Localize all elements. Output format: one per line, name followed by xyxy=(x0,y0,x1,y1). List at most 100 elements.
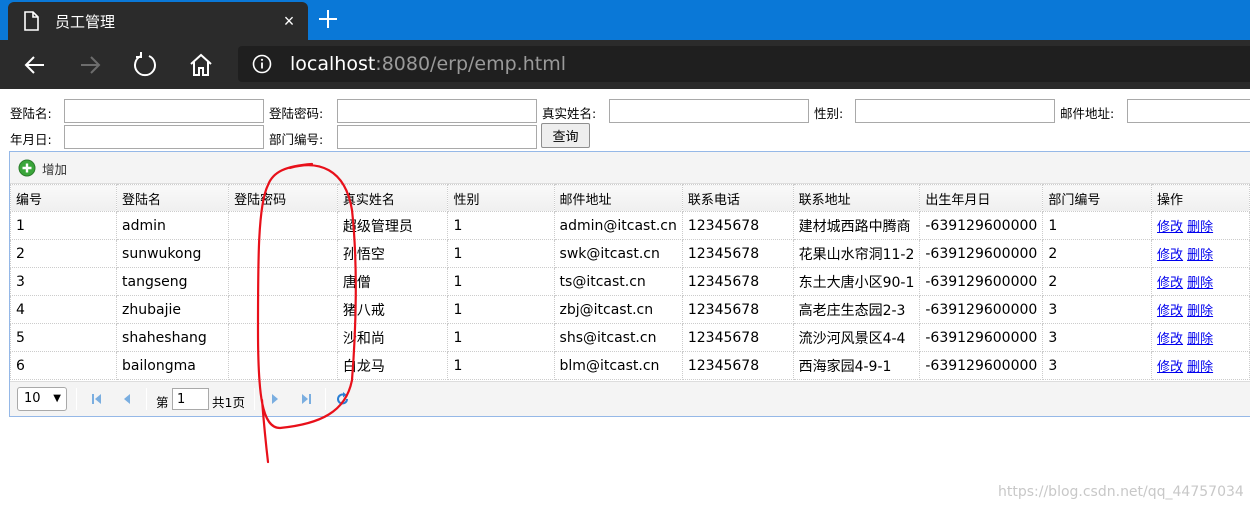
close-tab-icon[interactable]: × xyxy=(278,10,300,32)
cell-address: 建材城西路中腾商 xyxy=(792,211,921,240)
back-icon[interactable] xyxy=(20,50,50,80)
col-header-birthday[interactable]: 出生年月日 xyxy=(919,184,1044,212)
cell-dept: 2 xyxy=(1042,239,1153,268)
delete-link[interactable]: 删除 xyxy=(1187,276,1213,291)
next-page-icon[interactable] xyxy=(267,391,283,407)
gender-input[interactable] xyxy=(855,99,1055,123)
cell-email: shs@itcast.cn xyxy=(553,323,683,352)
cell-dept: 1 xyxy=(1042,211,1153,240)
add-button[interactable]: 增加 xyxy=(18,158,67,178)
cell-gender: 1 xyxy=(447,323,555,352)
delete-link[interactable]: 删除 xyxy=(1187,332,1213,347)
url-path: :8080/erp/emp.html xyxy=(375,53,566,75)
page-number-input[interactable] xyxy=(172,388,209,410)
cell-gender: 1 xyxy=(447,351,555,380)
info-icon[interactable] xyxy=(252,54,272,74)
cell-username: shaheshang xyxy=(116,323,230,352)
last-page-icon[interactable] xyxy=(298,391,314,407)
search-form: 登陆名: 登陆密码: 真实姓名: 性别: 邮件地址: 年月日: 部门编号: 查询 xyxy=(8,96,1250,152)
edit-link[interactable]: 修改 xyxy=(1157,248,1183,263)
table-row[interactable]: 5 shaheshang 沙和尚 1 shs@itcast.cn 1234567… xyxy=(9,323,1250,352)
browser-nav-bar: localhost:8080/erp/emp.html xyxy=(0,40,1250,89)
cell-phone: 12345678 xyxy=(681,295,794,324)
forward-icon[interactable] xyxy=(75,50,105,80)
table-row[interactable]: 4 zhubajie 猪八戒 1 zbj@itcast.cn 12345678 … xyxy=(9,295,1250,324)
cell-address: 西海家园4-9-1 xyxy=(792,351,921,380)
cell-id: 1 xyxy=(9,211,118,240)
cell-email: swk@itcast.cn xyxy=(553,239,683,268)
col-header-email[interactable]: 邮件地址 xyxy=(553,184,683,212)
pager-separator xyxy=(254,388,255,410)
cell-birthday: -639129600000 xyxy=(919,239,1044,268)
cell-email: zbj@itcast.cn xyxy=(553,295,683,324)
delete-link[interactable]: 删除 xyxy=(1187,248,1213,263)
cell-gender: 1 xyxy=(447,295,555,324)
col-header-gender[interactable]: 性别 xyxy=(447,184,555,212)
delete-link[interactable]: 删除 xyxy=(1187,360,1213,375)
page-total: 共1页 xyxy=(212,395,245,410)
col-header-realname[interactable]: 真实姓名 xyxy=(336,184,449,212)
reload-icon[interactable] xyxy=(335,391,351,407)
cell-birthday: -639129600000 xyxy=(919,267,1044,296)
col-header-address[interactable]: 联系地址 xyxy=(792,184,921,212)
edit-link[interactable]: 修改 xyxy=(1157,304,1183,319)
pager-separator xyxy=(76,388,77,410)
home-icon[interactable] xyxy=(186,50,216,80)
grid-toolbar: 增加 xyxy=(10,152,1250,184)
cell-dept: 3 xyxy=(1042,295,1153,324)
edit-link[interactable]: 修改 xyxy=(1157,360,1183,375)
edit-link[interactable]: 修改 xyxy=(1157,276,1183,291)
refresh-icon[interactable] xyxy=(130,50,160,80)
password-input[interactable] xyxy=(337,99,537,123)
cell-actions: 修改 删除 xyxy=(1151,267,1250,296)
new-tab-icon[interactable] xyxy=(315,6,341,32)
col-header-dept[interactable]: 部门编号 xyxy=(1042,184,1153,212)
cell-id: 5 xyxy=(9,323,118,352)
cell-address: 流沙河风景区4-4 xyxy=(792,323,921,352)
first-page-icon[interactable] xyxy=(89,391,105,407)
cell-id: 3 xyxy=(9,267,118,296)
cell-password xyxy=(228,295,338,324)
cell-email: blm@itcast.cn xyxy=(553,351,683,380)
watermark: https://blog.csdn.net/qq_44757034 xyxy=(998,484,1244,500)
query-button[interactable]: 查询 xyxy=(541,123,590,148)
page-size-select[interactable]: 10 ▼ xyxy=(17,387,67,411)
browser-tab[interactable]: 员工管理 × xyxy=(8,2,308,40)
cell-gender: 1 xyxy=(447,211,555,240)
address-bar[interactable]: localhost:8080/erp/emp.html xyxy=(238,46,1250,82)
delete-link[interactable]: 删除 xyxy=(1187,304,1213,319)
col-header-username[interactable]: 登陆名 xyxy=(116,184,230,212)
cell-gender: 1 xyxy=(447,239,555,268)
cell-address: 花果山水帘洞11-2 xyxy=(792,239,921,268)
pager-separator xyxy=(146,388,147,410)
table-row[interactable]: 6 bailongma 白龙马 1 blm@itcast.cn 12345678… xyxy=(9,351,1250,380)
edit-link[interactable]: 修改 xyxy=(1157,332,1183,347)
table-row[interactable]: 1 admin 超级管理员 1 admin@itcast.cn 12345678… xyxy=(9,211,1250,240)
tab-title: 员工管理 xyxy=(55,13,116,31)
table-row[interactable]: 2 sunwukong 孙悟空 1 swk@itcast.cn 12345678… xyxy=(9,239,1250,268)
delete-link[interactable]: 删除 xyxy=(1187,220,1213,235)
add-icon xyxy=(18,159,36,177)
dept-input[interactable] xyxy=(337,125,537,149)
edit-link[interactable]: 修改 xyxy=(1157,220,1183,235)
cell-username: admin xyxy=(116,211,230,240)
cell-username: zhubajie xyxy=(116,295,230,324)
url-text[interactable]: localhost:8080/erp/emp.html xyxy=(290,53,566,75)
prev-page-icon[interactable] xyxy=(119,391,135,407)
email-input[interactable] xyxy=(1127,99,1250,123)
table-row[interactable]: 3 tangseng 唐僧 1 ts@itcast.cn 12345678 东土… xyxy=(9,267,1250,296)
cell-username: bailongma xyxy=(116,351,230,380)
username-input[interactable] xyxy=(64,99,264,123)
col-header-id[interactable]: 编号 xyxy=(9,184,118,212)
col-header-phone[interactable]: 联系电话 xyxy=(681,184,794,212)
cell-id: 6 xyxy=(9,351,118,380)
col-header-password[interactable]: 登陆密码 xyxy=(228,184,338,212)
cell-actions: 修改 删除 xyxy=(1151,323,1250,352)
browser-tab-bar: 员工管理 × xyxy=(0,0,1250,40)
chevron-down-icon: ▼ xyxy=(53,393,61,404)
dept-label: 部门编号: xyxy=(269,132,324,147)
birthday-input[interactable] xyxy=(64,125,264,149)
cell-actions: 修改 删除 xyxy=(1151,351,1250,380)
pagination-bar: 10 ▼ 第 共1页 xyxy=(10,381,1250,416)
realname-input[interactable] xyxy=(609,99,809,123)
